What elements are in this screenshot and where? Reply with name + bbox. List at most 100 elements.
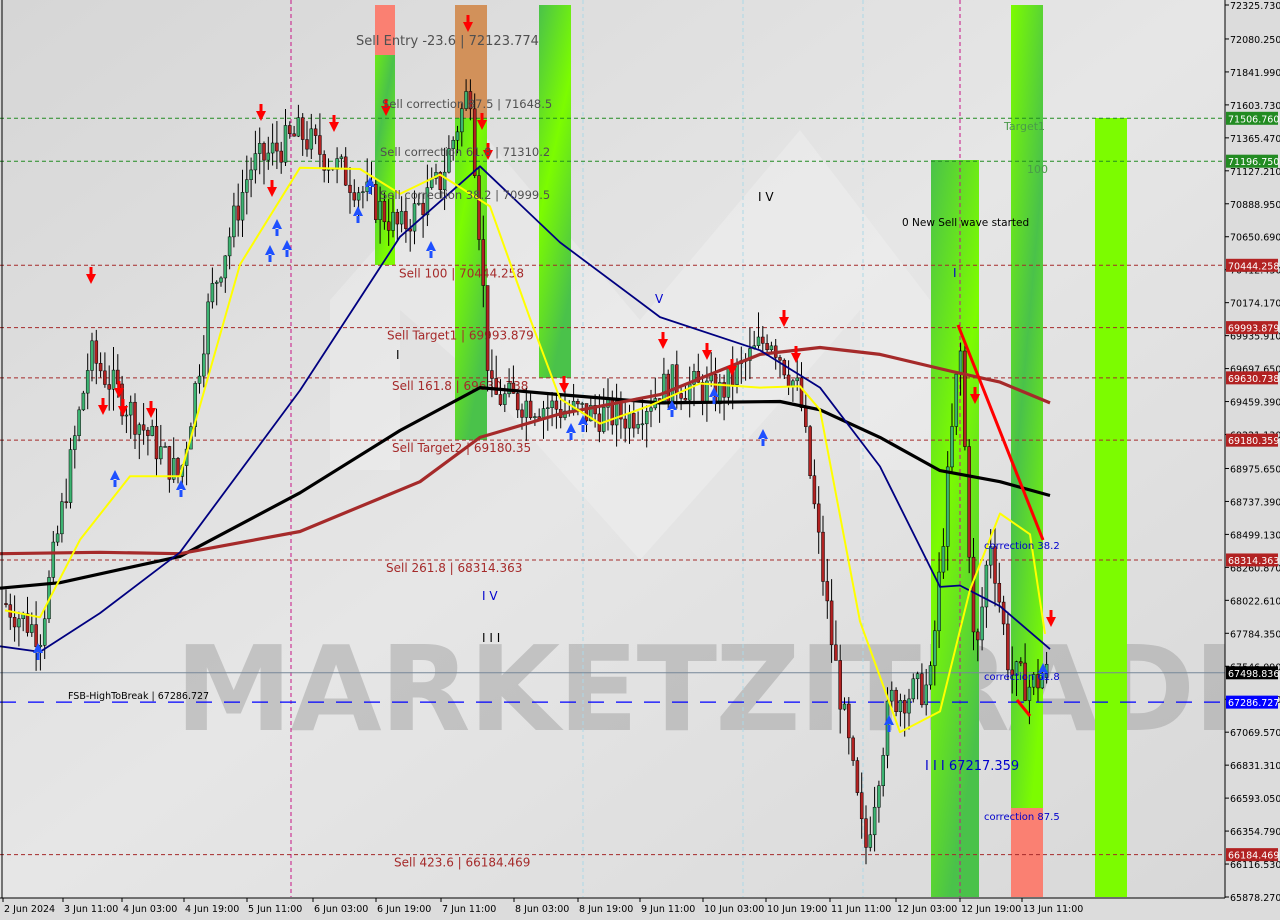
candle-bull: [111, 369, 116, 390]
candle-bear: [343, 156, 348, 186]
candle-bear: [829, 600, 834, 646]
price-badge-label: 69630.738: [1228, 374, 1279, 385]
candle-bear: [967, 446, 971, 558]
candle-bull: [636, 424, 640, 429]
candle-bull: [391, 211, 395, 231]
candle-bear: [421, 202, 425, 216]
candle-bull: [649, 407, 653, 412]
candle-bull: [378, 200, 382, 220]
time-tick-label: 12 Jun 03:00: [897, 904, 957, 915]
candle-bull: [223, 255, 228, 279]
candle-bear: [515, 393, 520, 411]
candle-bear: [864, 818, 868, 848]
annotation-label: Sell correction 87.5 | 71648.5: [382, 97, 552, 111]
candle-bear: [528, 400, 533, 418]
candle-bear: [847, 703, 851, 739]
candle-bull: [842, 703, 847, 710]
candle-bull: [898, 700, 903, 712]
candle-bull: [361, 191, 365, 193]
level-label-sell-100: Sell 100 | 70444.258: [399, 266, 524, 280]
price-tick-label: 68022.610: [1230, 596, 1280, 607]
candle-bear: [920, 673, 924, 706]
annotation-label: Sell correction 61.8 | 71310.2: [380, 145, 550, 159]
candle-bear: [12, 617, 17, 628]
candle-bear: [679, 393, 683, 399]
candle-bear: [821, 531, 825, 582]
candle-bull: [163, 446, 167, 448]
candle-bull: [257, 143, 262, 154]
candle-bull: [85, 370, 90, 394]
time-tick-label: 8 Jun 03:00: [515, 904, 569, 915]
annotation-label: Sell Entry -23.6 | 72123.774: [356, 34, 539, 49]
candle-bull: [55, 533, 60, 543]
candle-bull: [911, 678, 916, 700]
candle-bear: [141, 424, 146, 431]
candle-bear: [976, 631, 980, 641]
candle-bull: [524, 400, 529, 418]
candle-bull: [219, 277, 223, 283]
candle-bear: [825, 581, 830, 602]
annotation-label: correction 38.2: [984, 541, 1060, 552]
candle-bear: [808, 426, 812, 476]
time-tick-label: 6 Jun 03:00: [314, 904, 368, 915]
candle-bear: [382, 200, 387, 223]
candle-bear: [176, 458, 180, 477]
candle-bear: [146, 429, 150, 436]
candle-bear: [782, 359, 787, 376]
candle-bear: [1019, 661, 1023, 664]
candle-bear: [386, 221, 391, 231]
candle-bull: [950, 426, 954, 468]
candle-bear: [963, 350, 967, 447]
candle-bull: [214, 281, 219, 284]
price-tick-label: 71841.990: [1230, 68, 1280, 79]
candle-bear: [902, 700, 907, 714]
candle-bear: [404, 211, 408, 229]
candle-bull: [455, 131, 460, 141]
candle-bear: [894, 689, 898, 712]
candle-bear: [859, 792, 864, 820]
candle-bull: [1027, 686, 1032, 701]
candle-bull: [51, 541, 56, 578]
candle-bear: [275, 142, 279, 152]
annotation-label: I: [953, 266, 957, 280]
candle-bear: [494, 378, 498, 395]
price-badge-label: 71506.760: [1228, 114, 1279, 125]
candle-bull: [206, 301, 210, 355]
time-tick-label: 10 Jun 03:00: [704, 904, 764, 915]
candle-bull: [941, 546, 946, 573]
price-chart[interactable]: MARKETZITRADESell 100 | 70444.258Sell Ta…: [0, 0, 1280, 920]
candle-bear: [167, 446, 172, 480]
candle-bear: [25, 613, 30, 633]
candle-bear: [133, 401, 137, 435]
annotation-label: V: [655, 292, 664, 306]
candle-bear: [107, 384, 111, 390]
candle-bull: [128, 401, 133, 416]
candle-bear: [98, 363, 103, 372]
candle-bull: [601, 407, 606, 432]
candle-bear: [838, 660, 842, 710]
price-tick-label: 70650.690: [1230, 233, 1280, 244]
candle-bear: [786, 374, 791, 388]
candle-bull: [980, 606, 984, 641]
candle-bull: [928, 665, 933, 686]
price-tick-label: 68975.650: [1230, 464, 1280, 475]
candle-bull: [640, 423, 645, 426]
price-tick-label: 71127.210: [1230, 167, 1280, 178]
candle-bull: [881, 755, 885, 787]
candle-bull: [915, 673, 920, 680]
candle-bear: [632, 413, 636, 429]
time-tick-label: 13 Jun 11:00: [1023, 904, 1083, 915]
candle-bear: [236, 205, 240, 221]
candle-bear: [761, 336, 765, 344]
candle-bear: [498, 394, 503, 405]
candle-bull: [150, 425, 154, 436]
candle-bull: [77, 409, 81, 436]
candle-bull: [159, 446, 163, 460]
candle-bull: [17, 618, 21, 628]
price-badge-label: 68314.363: [1228, 556, 1279, 567]
candle-bear: [799, 377, 804, 408]
price-badge-label: 69180.359: [1228, 436, 1279, 447]
annotation-label: I I I 67217.359: [925, 759, 1019, 774]
price-tick-label: 68499.130: [1230, 530, 1280, 541]
price-tick-label: 71603.730: [1230, 101, 1280, 112]
